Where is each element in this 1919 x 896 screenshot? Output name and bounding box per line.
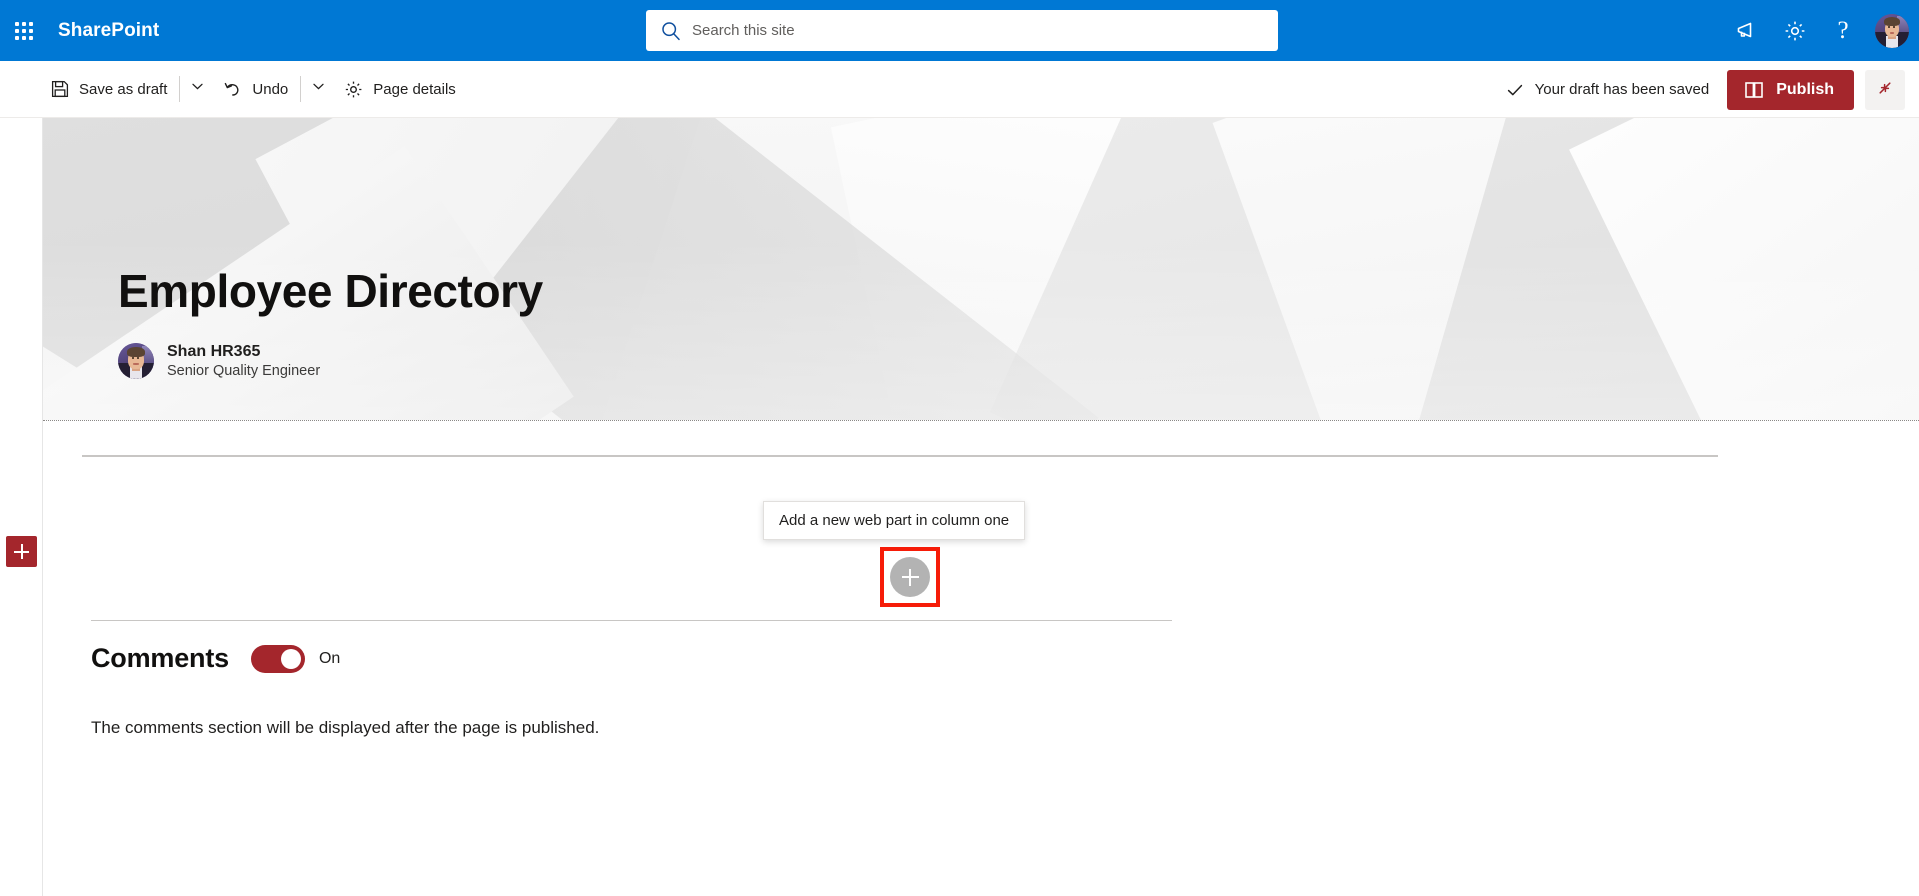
add-section-button[interactable]	[6, 536, 37, 567]
search-input[interactable]	[692, 22, 1264, 39]
save-as-draft-label: Save as draft	[79, 80, 168, 98]
collapse-arrows-icon	[1874, 77, 1896, 102]
divider	[179, 76, 181, 102]
tooltip: Add a new web part in column one	[763, 501, 1026, 540]
draft-status: Your draft has been saved	[1505, 80, 1710, 100]
section-boundary	[43, 420, 1919, 421]
suite-actions: ?	[1723, 0, 1919, 61]
divider	[300, 76, 302, 102]
comments-note: The comments section will be displayed a…	[91, 718, 600, 737]
highlight-box	[880, 547, 940, 607]
collapse-button[interactable]	[1865, 69, 1905, 110]
save-as-draft-chevron-button[interactable]	[182, 68, 212, 110]
save-as-draft-button[interactable]: Save as draft	[40, 68, 177, 110]
avatar-photo	[1875, 13, 1909, 48]
page-canvas: Employee Directory Shan HR365 Senior Qua…	[0, 118, 1919, 896]
publish-label: Publish	[1776, 80, 1834, 98]
undo-label: Undo	[252, 80, 289, 98]
author-text: Shan HR365 Senior Quality Engineer	[167, 341, 320, 382]
publish-book-icon	[1743, 79, 1765, 101]
author-name: Shan HR365	[167, 342, 261, 360]
undo-chevron-button[interactable]	[303, 68, 333, 110]
avatar[interactable]	[1875, 13, 1909, 48]
waffle-icon	[15, 21, 33, 40]
search-box[interactable]	[646, 10, 1278, 51]
command-bar-left-group: Save as draft Undo Page details	[0, 68, 466, 110]
chevron-down-icon	[312, 80, 325, 98]
suite-bar: SharePoint Search this site ?	[0, 0, 1919, 61]
comments-toggle[interactable]	[250, 644, 305, 673]
announcements-icon	[1734, 18, 1760, 44]
author-role: Senior Quality Engineer	[167, 363, 321, 380]
checkmark-icon	[1505, 80, 1525, 100]
app-launcher-button[interactable]	[0, 0, 48, 61]
gear-icon	[1782, 18, 1808, 44]
undo-button[interactable]: Undo	[212, 68, 298, 110]
comments-header: Comments On	[91, 643, 340, 674]
page-author: Shan HR365 Senior Quality Engineer	[118, 341, 543, 382]
search-icon	[660, 20, 682, 42]
hero-text-block: Employee Directory Shan HR365 Senior Qua…	[118, 266, 543, 382]
command-bar-right-group: Your draft has been saved Publish	[1505, 61, 1905, 118]
author-avatar-photo	[118, 343, 154, 380]
settings-button[interactable]	[1771, 7, 1819, 55]
toggle-knob	[280, 648, 301, 669]
announcements-button[interactable]	[1723, 7, 1771, 55]
draft-status-label: Your draft has been saved	[1534, 81, 1710, 98]
page-details-label: Page details	[373, 80, 456, 98]
help-icon: ?	[1837, 17, 1849, 44]
sharepoint-brand-link[interactable]: SharePoint	[58, 20, 159, 42]
page-details-button[interactable]: Page details	[333, 68, 466, 110]
save-icon	[50, 79, 70, 99]
help-button[interactable]: ?	[1819, 7, 1867, 55]
undo-icon	[222, 79, 243, 100]
gear-icon	[343, 79, 364, 100]
comments-toggle-state: On	[318, 649, 341, 667]
author-avatar[interactable]	[118, 343, 154, 380]
page-title[interactable]: Employee Directory	[118, 266, 543, 317]
command-bar: Save as draft Undo Page details Your dra…	[0, 61, 1919, 118]
publish-button[interactable]: Publish	[1727, 69, 1854, 110]
comments-divider	[91, 620, 1172, 621]
chevron-down-icon	[191, 80, 204, 98]
comments-title: Comments	[91, 643, 229, 673]
hero-banner[interactable]: Employee Directory Shan HR365 Senior Qua…	[43, 118, 1919, 420]
column-divider	[82, 455, 1718, 457]
canvas-left-rail	[0, 118, 43, 896]
add-web-part-control	[880, 547, 940, 607]
